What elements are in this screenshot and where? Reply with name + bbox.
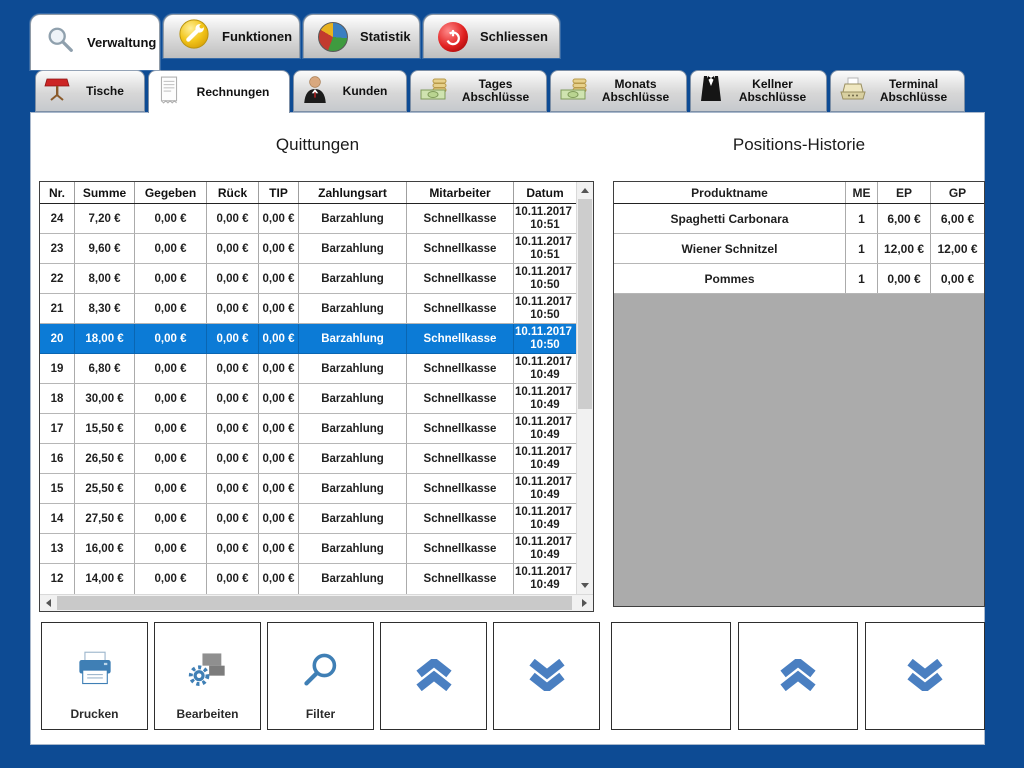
table-row[interactable]: 21 8,30 € 0,00 € 0,00 € 0,00 € Barzahlun… xyxy=(40,294,576,324)
column-header: Summe xyxy=(75,182,135,203)
tab-monats-abschluesse[interactable]: MonatsAbschlüsse xyxy=(550,70,687,112)
column-header: Mitarbeiter xyxy=(407,182,514,203)
column-header: Produktname xyxy=(614,182,846,203)
table-row[interactable]: Wiener Schnitzel 1 12,00 € 12,00 € xyxy=(614,234,984,264)
positions-blank-button[interactable] xyxy=(611,622,731,730)
column-header: ME xyxy=(846,182,878,203)
chevrons-down-icon xyxy=(494,659,599,691)
positions-table: Produktname ME EP GP Spaghetti Carbonara… xyxy=(613,181,985,607)
column-header: Gegeben xyxy=(135,182,207,203)
scrollbar-up-arrow-icon[interactable] xyxy=(577,182,593,199)
chevrons-up-icon xyxy=(381,659,486,691)
tab-kunden[interactable]: Kunden xyxy=(293,70,407,112)
receipts-page-down-button[interactable] xyxy=(493,622,600,730)
search-icon xyxy=(268,651,373,689)
table-row[interactable]: 24 7,20 € 0,00 € 0,00 € 0,00 € Barzahlun… xyxy=(40,204,576,234)
main-panel: Quittungen Positions-Historie Nr. Summe … xyxy=(30,112,985,745)
vertical-scrollbar[interactable] xyxy=(576,182,593,594)
tab-verwaltung[interactable]: Verwaltung xyxy=(30,14,160,70)
table-row[interactable]: 15 25,50 € 0,00 € 0,00 € 0,00 € Barzahlu… xyxy=(40,474,576,504)
table-row[interactable]: 19 6,80 € 0,00 € 0,00 € 0,00 € Barzahlun… xyxy=(40,354,576,384)
column-header: Nr. xyxy=(40,182,75,203)
positions-page-up-button[interactable] xyxy=(738,622,858,730)
edit-button[interactable]: Bearbeiten xyxy=(154,622,261,730)
tab-label: Rechnungen xyxy=(181,86,285,99)
tab-kellner-abschluesse[interactable]: KellnerAbschlüsse xyxy=(690,70,827,112)
column-header: EP xyxy=(878,182,931,203)
column-header: Zahlungsart xyxy=(299,182,407,203)
terminal-icon xyxy=(839,76,867,107)
tab-tages-abschluesse[interactable]: TagesAbschlüsse xyxy=(410,70,547,112)
tab-label: Funktionen xyxy=(222,29,292,44)
chevrons-down-icon xyxy=(866,659,984,691)
positions-title: Positions-Historie xyxy=(613,135,985,155)
pie-chart-icon xyxy=(318,22,348,52)
receipts-page-up-button[interactable] xyxy=(380,622,487,730)
positions-rows: Spaghetti Carbonara 1 6,00 € 6,00 € Wien… xyxy=(614,204,984,294)
tab-funktionen[interactable]: Funktionen xyxy=(163,14,300,58)
column-header: Datum xyxy=(514,182,576,203)
power-icon xyxy=(438,22,468,52)
tab-schliessen[interactable]: Schliessen xyxy=(423,14,560,58)
filter-button[interactable]: Filter xyxy=(267,622,374,730)
scrollbar-left-arrow-icon[interactable] xyxy=(40,595,57,611)
tab-label: Tische xyxy=(70,85,140,98)
column-header: TIP xyxy=(259,182,299,203)
tab-tische[interactable]: Tische xyxy=(35,70,145,112)
edit-icon xyxy=(155,651,260,687)
table-row[interactable]: Pommes 1 0,00 € 0,00 € xyxy=(614,264,984,294)
positions-page-down-button[interactable] xyxy=(865,622,985,730)
receipts-rows: 24 7,20 € 0,00 € 0,00 € 0,00 € Barzahlun… xyxy=(40,204,576,594)
receipts-table-header: Nr. Summe Gegeben Rück TIP Zahlungsart M… xyxy=(40,182,576,204)
table-row[interactable]: 18 30,00 € 0,00 € 0,00 € 0,00 € Barzahlu… xyxy=(40,384,576,414)
table-icon xyxy=(44,76,70,107)
tab-terminal-abschluesse[interactable]: TerminalAbschlüsse xyxy=(830,70,965,112)
table-row[interactable]: 17 15,50 € 0,00 € 0,00 € 0,00 € Barzahlu… xyxy=(40,414,576,444)
customer-icon xyxy=(302,75,328,108)
table-row[interactable]: Spaghetti Carbonara 1 6,00 € 6,00 € xyxy=(614,204,984,234)
receipts-table: Nr. Summe Gegeben Rück TIP Zahlungsart M… xyxy=(39,181,594,612)
column-header: GP xyxy=(931,182,984,203)
positions-table-header: Produktname ME EP GP xyxy=(614,182,984,204)
vertical-scrollbar-thumb[interactable] xyxy=(578,199,592,409)
cash-icon xyxy=(419,76,449,107)
positions-empty-area xyxy=(614,294,984,606)
horizontal-scrollbar-thumb[interactable] xyxy=(57,596,572,610)
column-header: Rück xyxy=(207,182,259,203)
scrollbar-right-arrow-icon[interactable] xyxy=(576,595,593,611)
table-row[interactable]: 20 18,00 € 0,00 € 0,00 € 0,00 € Barzahlu… xyxy=(40,324,576,354)
cash-icon xyxy=(559,76,589,107)
chevrons-up-icon xyxy=(739,659,857,691)
tab-label: Kunden xyxy=(328,85,402,98)
tab-rechnungen[interactable]: Rechnungen xyxy=(148,70,290,113)
magnifier-icon xyxy=(45,25,75,60)
tab-label: Verwaltung xyxy=(87,35,156,50)
receipts-title: Quittungen xyxy=(39,135,596,155)
table-row[interactable]: 16 26,50 € 0,00 € 0,00 € 0,00 € Barzahlu… xyxy=(40,444,576,474)
receipt-icon xyxy=(157,76,181,109)
waiter-icon xyxy=(699,75,723,108)
table-row[interactable]: 12 14,00 € 0,00 € 0,00 € 0,00 € Barzahlu… xyxy=(40,564,576,594)
print-button[interactable]: Drucken xyxy=(41,622,148,730)
horizontal-scrollbar[interactable] xyxy=(40,594,593,611)
table-row[interactable]: 22 8,00 € 0,00 € 0,00 € 0,00 € Barzahlun… xyxy=(40,264,576,294)
wrench-icon xyxy=(178,18,210,55)
tab-label: Statistik xyxy=(360,29,411,44)
scrollbar-down-arrow-icon[interactable] xyxy=(577,577,593,594)
table-row[interactable]: 13 16,00 € 0,00 € 0,00 € 0,00 € Barzahlu… xyxy=(40,534,576,564)
table-row[interactable]: 14 27,50 € 0,00 € 0,00 € 0,00 € Barzahlu… xyxy=(40,504,576,534)
tab-statistik[interactable]: Statistik xyxy=(303,14,420,58)
table-row[interactable]: 23 9,60 € 0,00 € 0,00 € 0,00 € Barzahlun… xyxy=(40,234,576,264)
tab-label: Schliessen xyxy=(480,29,548,44)
printer-icon xyxy=(42,651,147,687)
